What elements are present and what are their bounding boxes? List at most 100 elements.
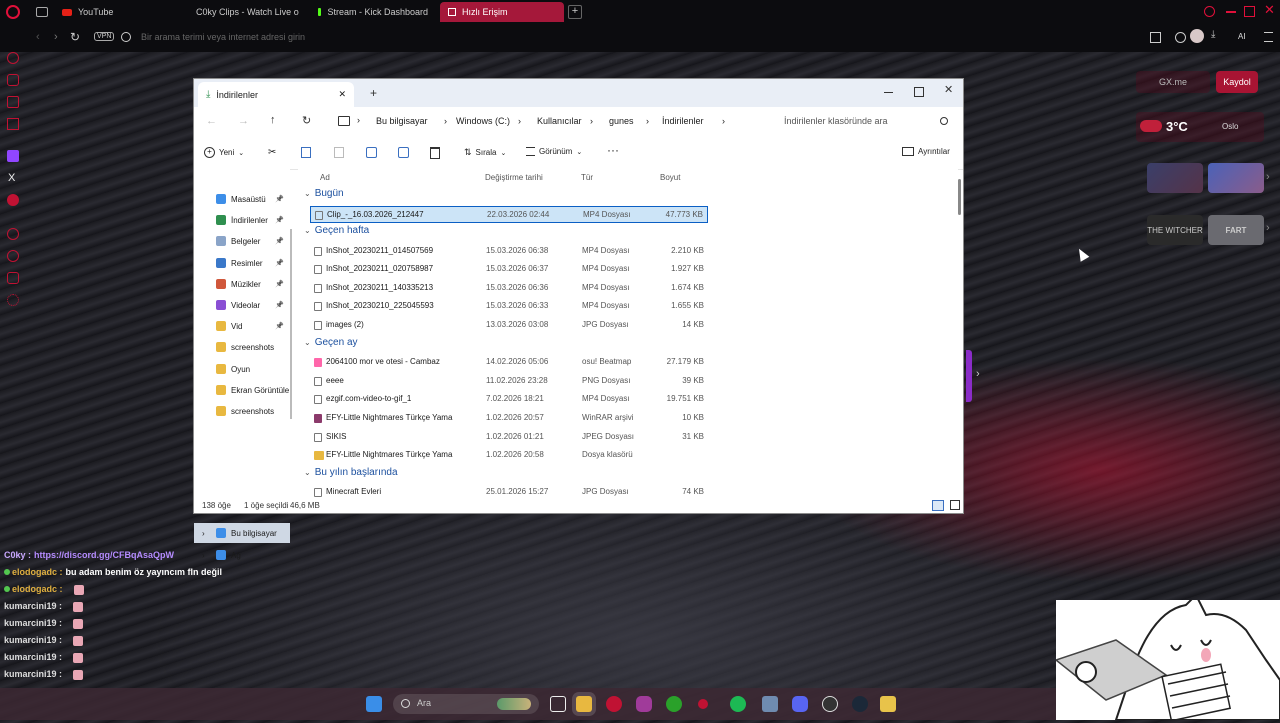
file-row[interactable]: EFY-Little Nightmares Türkçe Yama 1.02.20… [310, 447, 708, 464]
avatar[interactable] [1190, 29, 1204, 43]
app-icon[interactable] [880, 696, 896, 712]
file-row[interactable]: Minecraft Evleri 25.01.2026 15:27 JPG Dosy… [310, 484, 708, 499]
tab-kick-dashboard[interactable]: Stream - Kick Dashboard [310, 2, 436, 22]
breadcrumb-user[interactable]: gunes [609, 116, 634, 126]
forward-icon[interactable]: › [54, 31, 58, 43]
rename-icon[interactable] [366, 147, 377, 158]
chat-username[interactable]: kumarcini19 : [4, 601, 62, 611]
nav-item[interactable]: İndirilenler 📌 [194, 210, 290, 230]
nav-item[interactable]: Oyun [194, 359, 290, 379]
opera-gx-icon[interactable] [606, 696, 622, 712]
close-icon[interactable]: ✕ [944, 83, 953, 96]
group-header[interactable]: ⌄ Geçen hafta [304, 225, 369, 236]
ai-button[interactable]: AI [1238, 32, 1246, 41]
tab-youtube[interactable]: YouTube [54, 2, 178, 22]
paste-icon[interactable] [334, 147, 344, 158]
game-thumb[interactable]: FART [1208, 215, 1264, 245]
maximize-icon[interactable] [914, 87, 924, 97]
obs-icon[interactable] [822, 696, 838, 712]
nav-item[interactable]: Masaüstü 📌 [194, 189, 290, 209]
nav-item[interactable]: Belgeler 📌 [194, 231, 290, 251]
nav-item[interactable]: Ekran Görüntüle [194, 380, 290, 400]
column-header-name[interactable]: Ad [320, 173, 330, 182]
game-thumb[interactable] [1147, 163, 1203, 193]
chat-username[interactable]: elodogadc : [12, 584, 63, 594]
nav-item[interactable]: Resimler 📌 [194, 253, 290, 273]
close-tab-icon[interactable]: ✕ [338, 89, 346, 100]
forward-icon[interactable]: → [238, 115, 249, 127]
breadcrumb-drive-c[interactable]: Windows (C:) [456, 116, 510, 126]
more-options-icon[interactable]: ··· [607, 143, 619, 157]
file-row[interactable]: InShot_20230210_225045593 15.03.2026 06:3… [310, 298, 708, 315]
twitch-icon[interactable] [7, 150, 19, 162]
tab-c0ky-clips[interactable]: C0ky Clips - Watch Live o [182, 2, 306, 22]
nav-item-network[interactable]: › Ağ [194, 545, 290, 565]
delete-icon[interactable] [430, 147, 440, 159]
back-icon[interactable]: ‹ [36, 31, 40, 43]
new-tab-button[interactable]: + [370, 86, 377, 100]
details-button[interactable]: Ayrıntılar [902, 147, 950, 156]
extensions-icon[interactable] [1175, 32, 1186, 43]
share-icon[interactable] [398, 147, 409, 158]
group-header[interactable]: ⌄ Bu yılın başlarında [304, 467, 398, 478]
view-button[interactable]: Görünüm ⌄ [526, 147, 582, 156]
xbox-icon[interactable] [666, 696, 682, 712]
chevron-right-icon[interactable]: › [1266, 171, 1270, 183]
search-input[interactable]: İndirilenler klasöründe ara [784, 116, 888, 126]
breadcrumb-downloads[interactable]: İndirilenler [662, 116, 704, 126]
discord-icon[interactable] [792, 696, 808, 712]
chat-username[interactable]: kumarcini19 : [4, 652, 62, 662]
chat-username[interactable]: kumarcini19 : [4, 669, 62, 679]
chevron-right-icon[interactable] [966, 350, 972, 402]
chat-username[interactable]: kumarcini19 : [4, 635, 62, 645]
windows-start-icon[interactable] [366, 696, 382, 712]
tiles-view-icon[interactable] [950, 500, 960, 510]
chat-username[interactable]: elodogadc : [12, 567, 63, 577]
search-tabs-icon[interactable] [1204, 6, 1215, 17]
column-header-size[interactable]: Boyut [660, 173, 680, 182]
youtube-music-icon[interactable] [7, 194, 19, 206]
app-icon[interactable] [762, 696, 778, 712]
file-row[interactable]: eeee 11.02.2026 23:28 PNG Dosyası 39 KB [310, 373, 708, 390]
chevron-right-icon[interactable]: › [976, 368, 980, 380]
x-twitter-icon[interactable]: X [8, 172, 15, 184]
tab-speed-dial[interactable]: Hızlı Erişim [440, 2, 564, 22]
list-scrollbar[interactable] [958, 179, 961, 215]
file-row[interactable]: SIKIS 1.02.2026 01:21 JPEG Dosyası 31 KB [310, 429, 708, 446]
file-row[interactable]: InShot_20230211_140335213 15.03.2026 06:3… [310, 280, 708, 297]
file-row[interactable]: ezgif.com-video-to-gif_1 7.02.2026 18:21 M… [310, 391, 708, 408]
group-header[interactable]: ⌄ Geçen ay [304, 337, 358, 348]
address-input[interactable]: Bir arama terimi veya internet adresi gi… [141, 32, 305, 42]
pinboard-icon[interactable] [7, 272, 19, 284]
file-row[interactable]: Clip_-_16.03.2026_212447 22.03.2026 02:44… [310, 205, 708, 223]
cut-icon[interactable]: ✂ [268, 147, 276, 158]
nav-item[interactable]: screenshots [194, 337, 290, 357]
history-icon[interactable] [7, 250, 19, 262]
breadcrumb-this-pc[interactable]: Bu bilgisayar [376, 116, 428, 126]
file-row[interactable]: 2064100 mor ve otesi - Cambaz 14.02.2026 … [310, 354, 708, 371]
file-row[interactable]: images (2) 13.03.2026 03:08 JPG Dosyası 14 … [310, 317, 708, 334]
explorer-tab[interactable]: ⤓ İndirilenler ✕ [198, 82, 354, 107]
download-icon[interactable]: ⤓ [1211, 29, 1215, 40]
copy-icon[interactable] [301, 147, 311, 158]
gx-corner-icon[interactable] [7, 74, 19, 86]
breadcrumb-users[interactable]: Kullanıcılar [537, 116, 582, 126]
column-header-date[interactable]: Değiştirme tarihi [485, 173, 543, 182]
chevron-right-icon[interactable]: › [1266, 222, 1270, 234]
gx-control-icon[interactable] [7, 52, 19, 64]
details-view-icon[interactable] [932, 500, 944, 511]
instagram-icon[interactable] [636, 696, 652, 712]
column-header-type[interactable]: Tür [581, 173, 593, 182]
chat-username[interactable]: C0ky : [4, 550, 31, 560]
close-icon[interactable]: ✕ [1264, 2, 1275, 18]
refresh-icon[interactable]: ↻ [302, 114, 311, 127]
snapshot-icon[interactable] [1150, 32, 1161, 43]
up-icon[interactable]: ↑ [270, 114, 276, 126]
steam-icon[interactable] [852, 696, 868, 712]
add-icon[interactable] [7, 228, 19, 240]
vpn-badge[interactable]: VPN [94, 32, 115, 41]
settings-icon[interactable] [7, 294, 19, 306]
nav-item[interactable]: Vid 📌 [194, 316, 290, 336]
file-explorer-icon[interactable] [576, 696, 592, 712]
workspaces-icon[interactable] [36, 7, 48, 17]
